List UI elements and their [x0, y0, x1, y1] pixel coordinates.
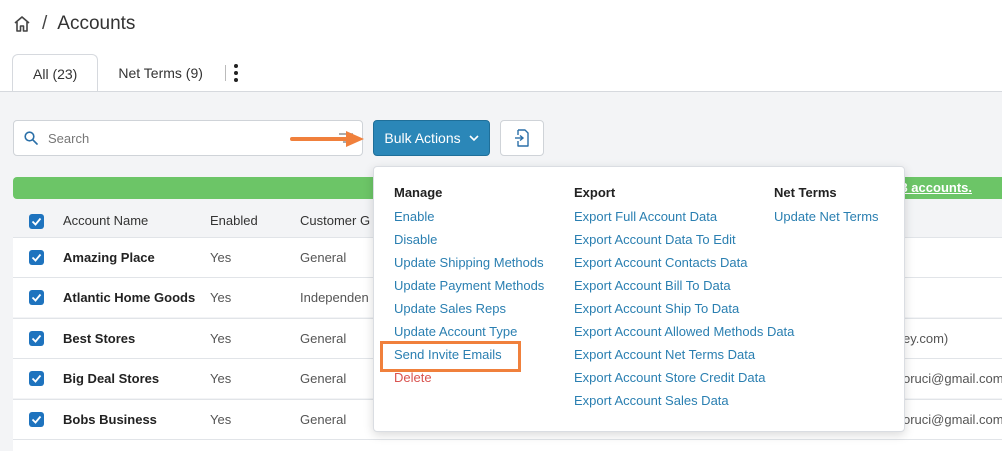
menu-item-update-payment-methods[interactable]: Update Payment Methods [394, 277, 544, 300]
menu-item-enable[interactable]: Enable [394, 208, 544, 231]
menu-heading-export: Export [574, 185, 616, 200]
menu-item-delete[interactable]: Delete [394, 369, 544, 392]
row-checkbox[interactable] [29, 371, 44, 386]
account-name[interactable]: Bobs Business [63, 412, 157, 427]
menu-item-export-net-terms[interactable]: Export Account Net Terms Data [574, 346, 794, 369]
more-options-icon[interactable] [226, 53, 246, 92]
menu-item-update-account-type[interactable]: Update Account Type [394, 323, 544, 346]
menu-item-update-sales-reps[interactable]: Update Sales Reps [394, 300, 544, 323]
menu-item-export-contacts[interactable]: Export Account Contacts Data [574, 254, 794, 277]
select-all-link[interactable]: 3 accounts. [900, 180, 972, 195]
menu-heading-net-terms: Net Terms [774, 185, 837, 200]
bulk-actions-button[interactable]: Bulk Actions [373, 120, 490, 156]
column-enabled[interactable]: Enabled [210, 213, 258, 228]
account-group: General [300, 331, 347, 346]
account-name[interactable]: Amazing Place [63, 250, 155, 265]
menu-section-export: Export Export Full Account Data Export A… [574, 185, 794, 415]
row-checkbox[interactable] [29, 290, 44, 305]
tab-net-terms[interactable]: Net Terms (9) [98, 53, 223, 92]
search-input[interactable] [48, 130, 328, 146]
export-button[interactable] [500, 120, 544, 156]
menu-section-manage: Manage Enable Disable Update Shipping Me… [394, 185, 544, 392]
select-all-checkbox[interactable] [29, 214, 44, 229]
account-group: General [300, 412, 347, 427]
menu-item-export-ship-to[interactable]: Export Account Ship To Data [574, 300, 794, 323]
search-icon [24, 131, 38, 145]
table-row [13, 439, 1002, 451]
chevron-down-icon [469, 134, 479, 141]
menu-item-send-invite-emails[interactable]: Send Invite Emails [394, 346, 544, 369]
menu-section-net-terms: Net Terms Update Net Terms [774, 185, 879, 231]
menu-item-export-store-credit[interactable]: Export Account Store Credit Data [574, 369, 794, 392]
account-enabled: Yes [210, 290, 232, 305]
row-checkbox[interactable] [29, 331, 44, 346]
account-email: ey.com) [903, 331, 949, 346]
annotation-arrow-icon [290, 131, 364, 147]
menu-item-export-sales-data[interactable]: Export Account Sales Data [574, 392, 794, 415]
breadcrumb-separator: / [42, 13, 48, 34]
account-name[interactable]: Best Stores [63, 331, 135, 346]
menu-item-export-account-data-to-edit[interactable]: Export Account Data To Edit [574, 231, 794, 254]
account-group: General [300, 371, 347, 386]
account-email: oruci@gmail.com [903, 412, 1002, 427]
menu-item-update-net-terms[interactable]: Update Net Terms [774, 208, 879, 231]
account-enabled: Yes [210, 371, 232, 386]
page-header: / Accounts All (23) Net Terms (9) [0, 0, 1002, 93]
menu-item-disable[interactable]: Disable [394, 231, 544, 254]
bulk-actions-label: Bulk Actions [384, 130, 461, 146]
menu-item-export-allowed-methods[interactable]: Export Account Allowed Methods Data [574, 323, 794, 346]
account-group: Independen [300, 290, 369, 305]
tab-all[interactable]: All (23) [12, 54, 99, 93]
account-enabled: Yes [210, 412, 232, 427]
account-enabled: Yes [210, 331, 232, 346]
bulk-actions-menu: Manage Enable Disable Update Shipping Me… [373, 166, 905, 432]
breadcrumb: / Accounts [12, 13, 135, 35]
column-account-name[interactable]: Account Name [63, 213, 148, 228]
account-name[interactable]: Atlantic Home Goods [63, 290, 195, 305]
tab-bar: All (23) Net Terms (9) [12, 53, 246, 93]
home-icon[interactable] [12, 14, 32, 34]
column-customer-group[interactable]: Customer G [300, 213, 370, 228]
account-enabled: Yes [210, 250, 232, 265]
file-export-icon [515, 129, 529, 147]
menu-item-export-full-account-data[interactable]: Export Full Account Data [574, 208, 794, 231]
account-group: General [300, 250, 347, 265]
menu-item-update-shipping-methods[interactable]: Update Shipping Methods [394, 254, 544, 277]
menu-item-export-bill-to[interactable]: Export Account Bill To Data [574, 277, 794, 300]
row-checkbox[interactable] [29, 412, 44, 427]
page-title: Accounts [57, 13, 136, 34]
account-email: oruci@gmail.com [903, 371, 1002, 386]
menu-heading-manage: Manage [394, 185, 443, 200]
row-checkbox[interactable] [29, 250, 44, 265]
account-name[interactable]: Big Deal Stores [63, 371, 159, 386]
